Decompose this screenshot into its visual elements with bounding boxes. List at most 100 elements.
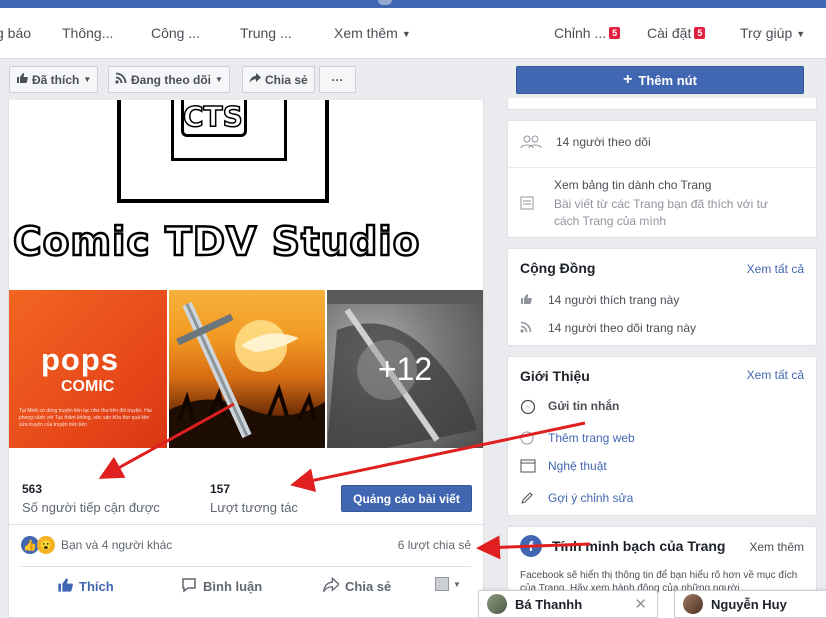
- following-label: Đang theo dõi: [131, 72, 211, 87]
- plus-icon: +: [623, 71, 633, 88]
- reach-label: Số người tiếp cận được: [22, 500, 160, 515]
- more-options-button[interactable]: ···: [319, 66, 356, 93]
- right-sidebar: 14 người theo dõi Xem bảng tin dành cho …: [500, 98, 826, 618]
- engagement-count: 157: [210, 482, 231, 496]
- boost-post-button[interactable]: Quảng cáo bài viết: [341, 485, 472, 512]
- nav-tab-notifications[interactable]: g báo: [0, 25, 31, 41]
- transparency-title: Tính minh bạch của Trang: [552, 538, 726, 554]
- followers-text: 14 người theo dõi: [556, 135, 651, 149]
- community-card: Cộng Đồng Xem tất cả 14 người thích tran…: [507, 248, 817, 346]
- share-count[interactable]: 6 lượt chia sẻ: [398, 538, 471, 552]
- share-page-label: Chia sẻ: [265, 72, 308, 87]
- comic-logo-text: COMIC: [61, 378, 115, 395]
- caret-down-icon: ▼: [453, 579, 461, 589]
- category-icon: [520, 459, 536, 476]
- caret-down-icon: ▼: [215, 75, 223, 84]
- add-button[interactable]: + Thêm nút: [516, 66, 804, 94]
- liked-label: Đã thích: [32, 72, 80, 87]
- logo-text: CTS: [182, 100, 243, 134]
- notification-badge: 5: [609, 27, 621, 39]
- nav-tab-info[interactable]: Thông...: [62, 25, 113, 41]
- card-top-stub: [507, 98, 817, 110]
- nav-help-label: Trợ giúp: [740, 25, 793, 41]
- like-label: Thích: [79, 579, 114, 594]
- top-blue-strip: [0, 0, 826, 8]
- nav-settings[interactable]: Cài đặt 5: [647, 25, 706, 41]
- news-feed-icon: [520, 196, 534, 213]
- following-button[interactable]: Đang theo dõi ▼: [108, 66, 230, 93]
- photo-pops-comic[interactable]: pops COMIC Tại Minh có dòng truyện liên …: [9, 290, 167, 448]
- nav-edit[interactable]: Chỉnh ... 5: [554, 25, 621, 41]
- reach-count: 563: [22, 482, 43, 496]
- feed-desc: Bài viết từ các Trang bạn đã thích với t…: [554, 197, 769, 228]
- nav-tab-more[interactable]: Xem thêm ▼: [334, 25, 411, 41]
- post-actions: Thích Bình luận Chia sẻ ▼: [21, 566, 471, 602]
- more-photos-count: +12: [377, 350, 433, 387]
- liked-button[interactable]: Đã thích ▼: [9, 66, 99, 93]
- sword-illustration: [169, 301, 325, 448]
- avatar: [487, 594, 507, 614]
- messenger-icon: [520, 399, 536, 418]
- pops-logo-text: pops: [41, 342, 120, 377]
- post-stats: 563 Số người tiếp cận được 157 Lượt tươn…: [9, 472, 483, 524]
- thumbs-up-icon: [520, 293, 532, 308]
- about-title: Giới Thiệu: [520, 368, 590, 384]
- suggest-edit-link[interactable]: Gợi ý chỉnh sửa: [548, 491, 633, 505]
- nav-settings-label: Cài đặt: [647, 25, 692, 41]
- photo-grid: pops COMIC Tại Minh có dòng truyện liên …: [9, 290, 483, 448]
- photo-sunset-sword[interactable]: [169, 290, 325, 448]
- cover-image[interactable]: CTS Comic TDV Studio: [9, 100, 483, 280]
- chat-tab-name: Bá Thanhh: [515, 596, 583, 612]
- pencil-icon: [520, 491, 534, 508]
- close-icon[interactable]: ✕: [634, 595, 647, 613]
- thumbs-up-icon: [57, 577, 73, 596]
- audience-selector[interactable]: ▼: [435, 577, 461, 591]
- share-label: Chia sẻ: [345, 579, 392, 594]
- caret-down-icon: ▼: [796, 29, 806, 39]
- feed-title[interactable]: Xem bảng tin dành cho Trang: [554, 178, 711, 192]
- notification-badge: 5: [694, 27, 706, 39]
- comment-label: Bình luận: [203, 579, 263, 594]
- caret-down-icon: ▼: [401, 29, 411, 39]
- chat-tab-nguyen-huy[interactable]: Nguyễn Huy: [674, 590, 826, 618]
- transparency-see-more[interactable]: Xem thêm: [749, 540, 804, 554]
- thumbs-up-icon: [16, 72, 28, 87]
- add-website-link[interactable]: Thêm trang web: [548, 431, 635, 445]
- about-see-all[interactable]: Xem tất cả: [747, 368, 804, 382]
- engagement-label: Lượt tương tác: [210, 500, 298, 515]
- nav-tab-tools[interactable]: Công ...: [151, 25, 200, 41]
- share-arrow-icon: [323, 576, 340, 596]
- share-arrow-icon: [249, 72, 261, 87]
- page-nav-bar: g báo Thông... Công ... Trung ... Xem th…: [0, 8, 826, 59]
- page-avatar-icon: [435, 577, 449, 591]
- nav-more-label: Xem thêm: [334, 25, 398, 41]
- feed-row[interactable]: Xem bảng tin dành cho Trang Bài viết từ …: [508, 167, 816, 239]
- followers-card: 14 người theo dõi Xem bảng tin dành cho …: [507, 120, 817, 238]
- comment-icon: [181, 577, 197, 596]
- category-link[interactable]: Nghệ thuật: [548, 459, 607, 473]
- community-see-all[interactable]: Xem tất cả: [747, 262, 804, 276]
- strip-notch: [378, 0, 392, 5]
- cover-title: Comic TDV Studio: [12, 219, 421, 267]
- photo-more[interactable]: +12: [327, 290, 483, 448]
- community-title: Cộng Đồng: [520, 260, 596, 276]
- comment-button[interactable]: Bình luận: [181, 577, 262, 596]
- community-follows-text: 14 người theo dõi trang này: [548, 321, 697, 335]
- post-card: CTS Comic TDV Studio pops COMIC Tại Minh…: [8, 100, 484, 618]
- share-page-button[interactable]: Chia sẻ: [242, 66, 315, 93]
- reactions-text[interactable]: Bạn và 4 người khác: [61, 538, 172, 552]
- share-button[interactable]: Chia sẻ: [323, 576, 392, 596]
- fine-print: Tại Minh có dòng truyện liên lạc như thư…: [19, 408, 152, 428]
- nav-help[interactable]: Trợ giúp ▼: [740, 25, 805, 41]
- nav-edit-label: Chỉnh ...: [554, 25, 607, 41]
- like-button[interactable]: Thích: [57, 577, 114, 596]
- flag-icon: f: [520, 535, 542, 557]
- reactions-summary: 👍 😮 Bạn và 4 người khác 6 lượt chia sẻ: [9, 524, 483, 566]
- people-icon: [520, 135, 542, 152]
- wow-reaction-icon[interactable]: 😮: [37, 536, 55, 554]
- chat-tab-ba-thanhh[interactable]: Bá Thanhh ✕: [478, 590, 658, 618]
- send-message-link[interactable]: Gửi tin nhắn: [548, 399, 619, 413]
- rss-icon: [115, 72, 127, 87]
- nav-tab-center[interactable]: Trung ...: [240, 25, 292, 41]
- community-likes-text: 14 người thích trang này: [548, 293, 680, 307]
